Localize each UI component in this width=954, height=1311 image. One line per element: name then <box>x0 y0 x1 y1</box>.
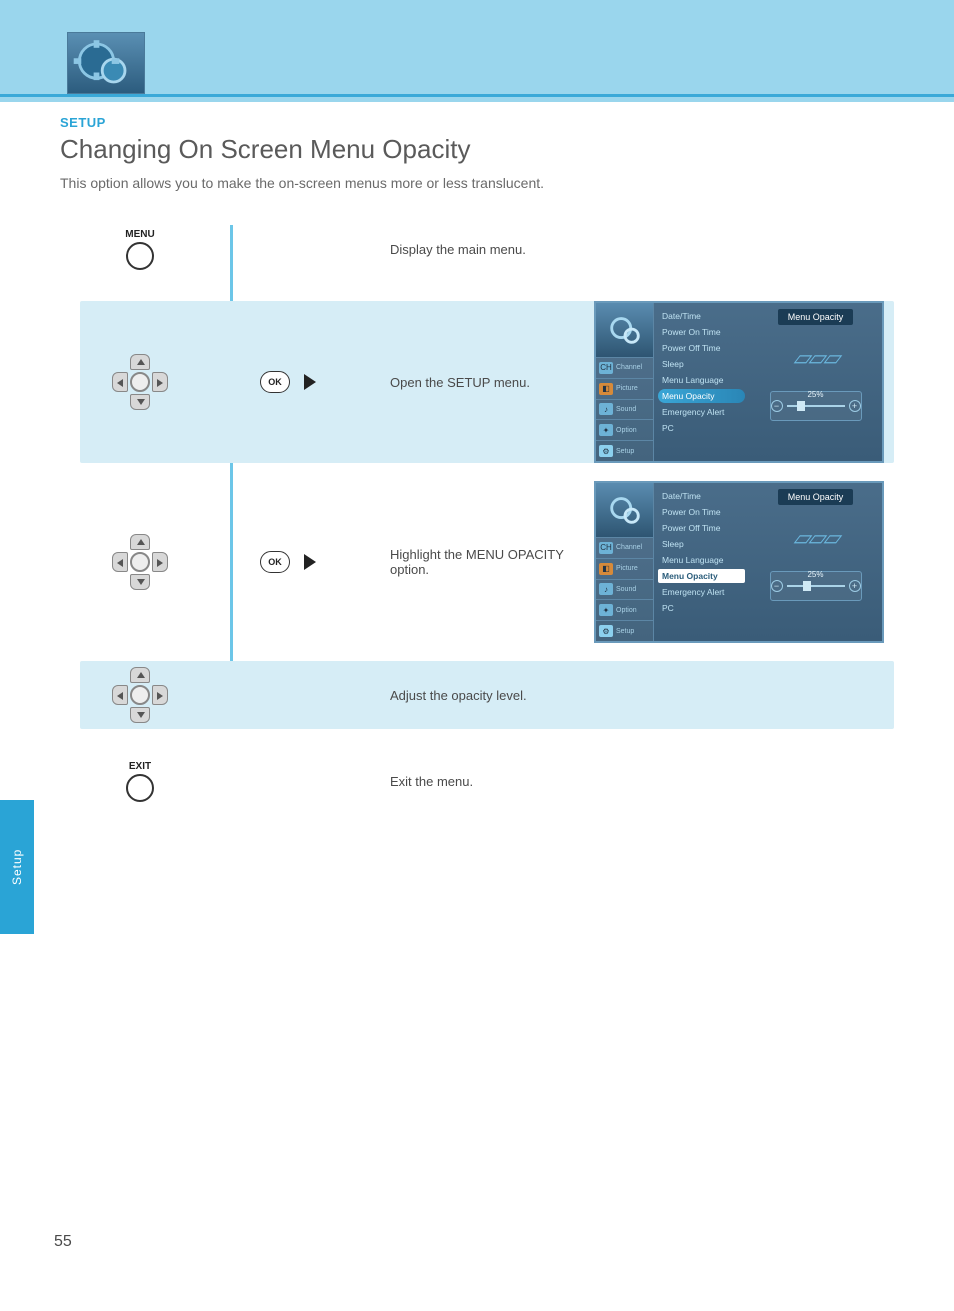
dpad-control[interactable] <box>112 534 168 590</box>
page-number: 55 <box>54 1233 72 1251</box>
step-row-highlight: OK Highlight the MENU OPACITY option. CH… <box>80 481 894 643</box>
gear-icon <box>596 483 653 537</box>
step-text: Display the main menu. <box>380 242 594 257</box>
gear-icon <box>596 303 653 357</box>
step-row-exit: EXIT Exit the menu. <box>80 747 894 815</box>
panel-title: Menu Opacity <box>778 309 854 325</box>
step-row-menu: MENU Display the main menu. <box>80 215 894 283</box>
steps-flow: MENU Display the main menu. <box>80 215 894 815</box>
step-row-setup: OK Open the SETUP menu. CHChannel ◧Pictu… <box>80 301 894 463</box>
selected-menu-opacity: Menu Opacity <box>658 389 745 403</box>
page-title: Changing On Screen Menu Opacity <box>60 134 894 165</box>
step-row-adjust: Adjust the opacity level. <box>80 661 894 729</box>
exit-button[interactable]: EXIT <box>126 761 154 802</box>
step-text: Exit the menu. <box>380 774 594 789</box>
intro-text: This option allows you to make the on-sc… <box>60 175 840 191</box>
right-arrow-icon <box>304 374 316 390</box>
step-text: Highlight the MENU OPACITY option. <box>380 547 594 577</box>
side-tab-setup: Setup <box>0 800 34 934</box>
menu-button[interactable]: MENU <box>125 229 154 270</box>
ok-button[interactable]: OK <box>260 371 290 393</box>
panel-title: Menu Opacity <box>778 489 854 505</box>
dpad-control[interactable] <box>112 354 168 410</box>
right-arrow-icon <box>304 554 316 570</box>
active-menu-opacity: Menu Opacity <box>658 569 745 583</box>
screen-logo-icon: ▱▱▱ <box>776 515 856 561</box>
step-text: Adjust the opacity level. <box>380 688 594 703</box>
tv-screenshot-setup: CHChannel ◧Picture ♪Sound ✦Option ⚙Setup… <box>594 301 884 463</box>
screen-logo-icon: ▱▱▱ <box>776 335 856 381</box>
ok-button[interactable]: OK <box>260 551 290 573</box>
step-text: Open the SETUP menu. <box>380 375 594 390</box>
exit-button-label: EXIT <box>126 761 154 772</box>
tv-screenshot-adjust: CHChannel ◧Picture ♪Sound ✦Option ⚙Setup… <box>594 481 884 643</box>
setup-gear-icon <box>67 32 145 94</box>
dpad-control[interactable] <box>112 667 168 723</box>
section-label: SETUP <box>60 115 894 130</box>
opacity-slider[interactable]: 25% − + <box>770 571 862 601</box>
menu-button-label: MENU <box>125 229 154 240</box>
opacity-slider: 25% − + <box>770 391 862 421</box>
